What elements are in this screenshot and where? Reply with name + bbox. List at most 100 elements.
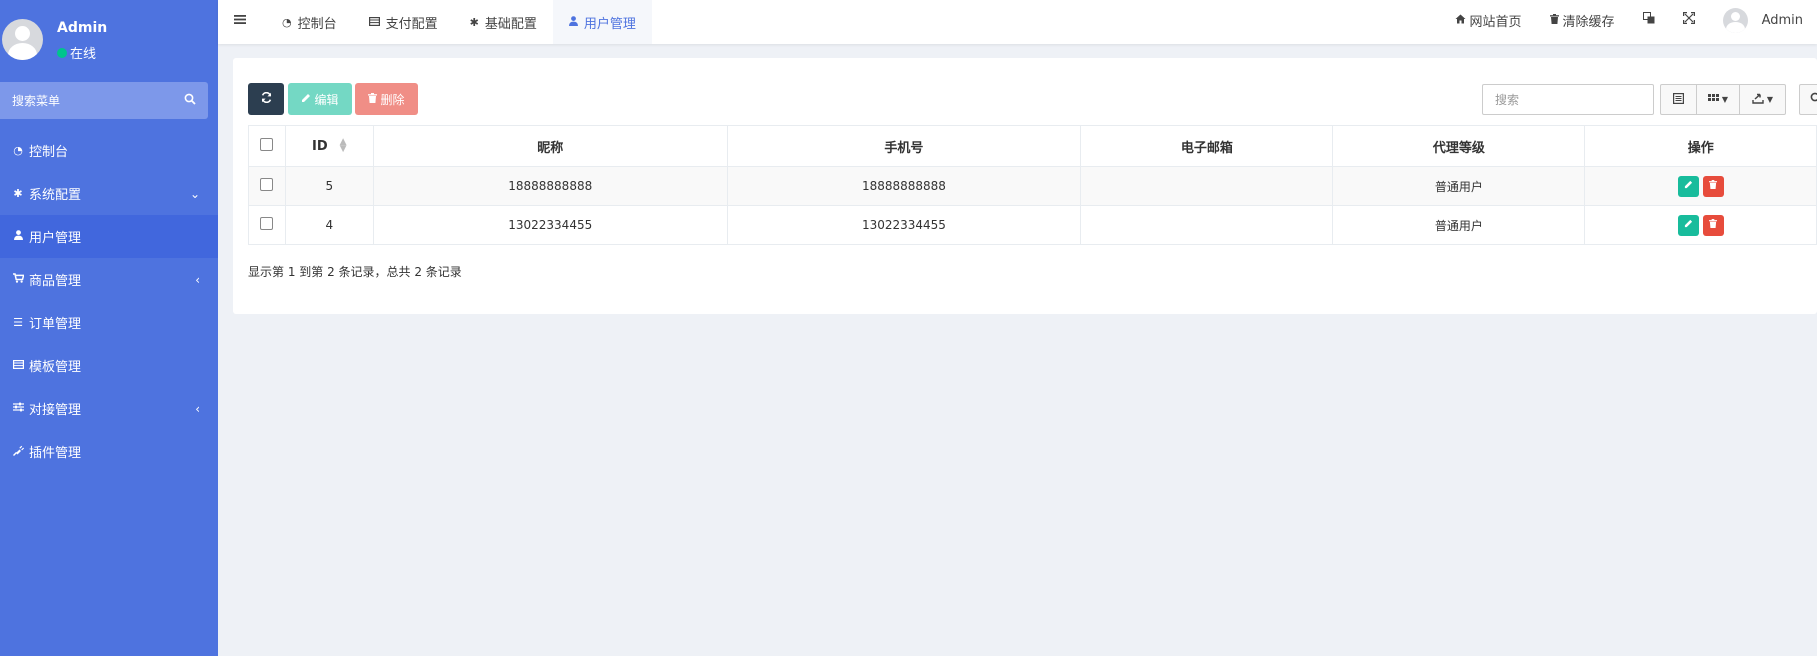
card-view-icon [1673,92,1685,107]
pencil-icon [1684,180,1692,188]
table-search-placeholder: 搜索 [1495,93,1520,107]
column-header-label: 昵称 [537,140,564,156]
tab-payment-config[interactable]: 支付配置 [353,0,454,44]
chevron-left-icon: ‹ [195,401,200,416]
edit-button-label: 编辑 [314,92,339,107]
sidebar-item-label: 用户管理 [29,231,82,246]
column-header-id[interactable]: ID ▲ ▼ [284,125,374,167]
table-row[interactable]: 5 18888888888 18888888888 普通用户 [248,166,1817,206]
tab-label: 用户管理 [583,16,636,32]
edit-button[interactable]: 编辑 [288,83,352,115]
sidebar-item-label: 商品管理 [29,274,82,289]
clear-cache-label: 清除缓存 [1562,14,1615,30]
trash-icon [1709,179,1718,189]
user-menu[interactable]: Admin [1709,7,1817,33]
delete-button[interactable]: 删除 [355,83,418,115]
select-all-checkbox[interactable] [260,137,274,151]
row-edit-button[interactable] [1677,175,1699,197]
topbar-right: 网站首页 清除缓存 Admin [1441,0,1817,40]
sort-icon: ▲ ▼ [339,137,347,154]
sidebar-item-label: 插件管理 [29,446,82,461]
select-all-cell [248,125,286,167]
avatar [2,19,43,60]
tab-basic-config[interactable]: ✱ 基础配置 [454,0,553,44]
sidebar-item-user-management[interactable]: 用户管理 [0,215,218,258]
menu-toggle-icon[interactable] [234,11,246,29]
chevron-down-icon: ⌄ [189,186,200,201]
sidebar-item-plugins[interactable]: 插件管理 [0,430,218,473]
user-icon [10,230,26,243]
sidebar-item-products[interactable]: 商品管理 ‹ [0,258,218,301]
row-edit-button[interactable] [1677,214,1699,236]
sidebar-item-system-config[interactable]: ✱ 系统配置 ⌄ [0,172,218,215]
table-header-row: ID ▲ ▼ 昵称 手机号 电子邮箱 代理等级 操作 [248,125,1817,167]
cell-phone: 13022334455 [726,205,1082,245]
columns-dropdown-button[interactable]: ▼ [1696,84,1740,115]
user-status: 在线 [57,43,96,62]
home-icon [1455,13,1466,28]
sliders-icon [10,402,26,415]
clear-cache-button[interactable]: 清除缓存 [1536,11,1629,30]
trash-icon [1709,218,1718,228]
sidebar-item-templates[interactable]: 模板管理 [0,344,218,387]
sidebar-item-integration[interactable]: 对接管理 ‹ [0,387,218,430]
fullscreen-icon [1682,11,1695,28]
sidebar-item-dashboard[interactable]: ◔ 控制台 [0,129,218,172]
gear-icon: ✱ [469,15,479,29]
refresh-icon [261,91,272,106]
tab-label: 支付配置 [385,16,438,32]
row-select-cell [248,205,286,245]
advanced-search-button[interactable] [1799,84,1817,115]
caret-down-icon: ▼ [1721,95,1729,104]
row-select-cell [248,166,286,206]
refresh-button[interactable] [248,83,284,115]
column-header-label: ID [312,138,328,154]
cell-id: 5 [284,166,374,206]
table-search-input[interactable]: 搜索 [1482,84,1654,115]
sidebar-search-input[interactable]: 搜索菜单 [0,82,208,119]
tab-label: 基础配置 [484,16,537,32]
search-icon[interactable] [184,93,196,108]
delete-button-label: 删除 [380,92,405,107]
trash-icon [368,92,378,106]
row-checkbox[interactable] [260,178,274,191]
table-row[interactable]: 4 13022334455 13022334455 普通用户 [248,205,1817,245]
cell-level: 普通用户 [1332,205,1586,245]
caret-down-icon: ▼ [1766,95,1774,104]
gear-icon: ✱ [13,187,23,200]
sidebar: Admin 在线 搜索菜单 ◔ 控制台 ✱ 系统配置 ⌄ 用户管理 商品管理 ‹… [0,0,218,656]
cart-icon [10,273,26,286]
home-link[interactable]: 网站首页 [1441,11,1536,30]
dashboard-icon: ◔ [282,15,292,29]
export-dropdown-button[interactable]: ▼ [1739,84,1786,115]
tab-dashboard[interactable]: ◔ 控制台 [266,0,353,44]
pencil-icon [301,92,311,106]
column-header-email: 电子邮箱 [1080,125,1334,167]
top-navbar: ◔ 控制台 支付配置 ✱ 基础配置 用户管理 网站首页 清除缓存 Admin [218,0,1817,44]
user-list-panel: 编辑 删除 搜索 ▼ ▼ ID ▲ ▼ 昵称 手机号 电子邮箱 代理等级 操作 … [233,58,1817,314]
list-icon: ☰ [13,316,23,329]
sidebar-item-orders[interactable]: ☰ 订单管理 [0,301,218,344]
column-header-label: 操作 [1687,140,1714,156]
topbar-user-name: Admin [1761,12,1803,28]
row-delete-button[interactable] [1702,214,1724,236]
toggle-view-button[interactable] [1660,84,1697,115]
row-checkbox[interactable] [260,217,274,230]
sidebar-item-label: 模板管理 [29,360,82,375]
cell-level: 普通用户 [1332,166,1586,206]
sidebar-user-name: Admin [57,20,108,36]
column-header-phone: 手机号 [726,125,1082,167]
column-header-nickname: 昵称 [372,125,728,167]
nav-tabs: ◔ 控制台 支付配置 ✱ 基础配置 用户管理 [266,0,652,44]
cell-actions [1584,205,1817,245]
tab-label: 控制台 [297,16,337,32]
export-icon [1752,93,1764,107]
row-delete-button[interactable] [1702,175,1724,197]
tab-user-management[interactable]: 用户管理 [552,0,652,44]
column-header-level: 代理等级 [1332,125,1586,167]
sidebar-menu: ◔ 控制台 ✱ 系统配置 ⌄ 用户管理 商品管理 ‹ ☰ 订单管理 模板管理 对… [0,129,218,473]
online-status-dot [57,47,67,58]
language-toggle-button[interactable] [1629,12,1669,28]
fullscreen-button[interactable] [1669,11,1709,28]
cell-actions [1584,166,1817,206]
